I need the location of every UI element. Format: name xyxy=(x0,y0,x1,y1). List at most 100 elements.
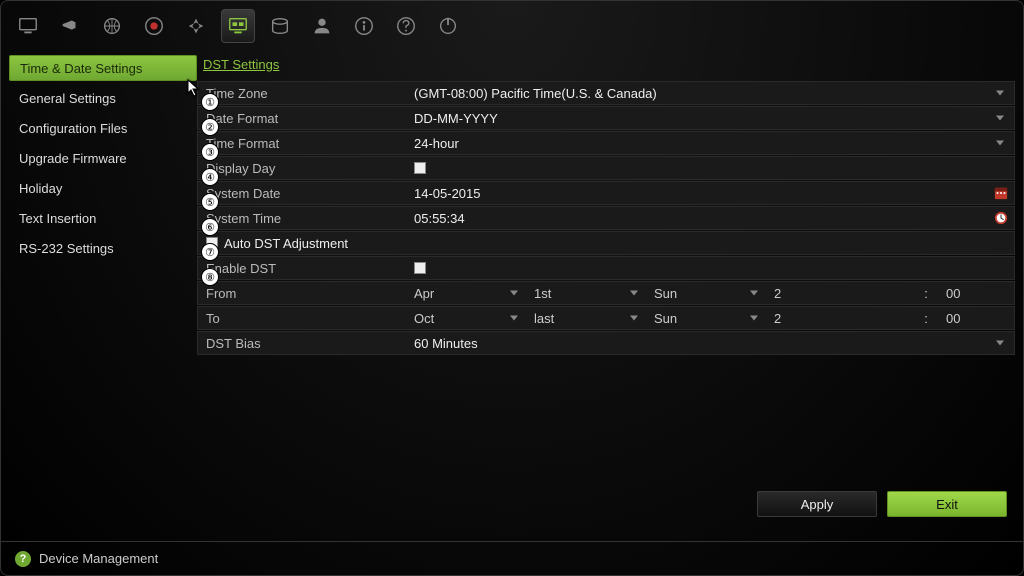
to-hour-select[interactable]: 2 xyxy=(766,307,914,329)
to-week-select[interactable]: last xyxy=(526,307,644,329)
row-time-format[interactable]: Time Format 24-hour xyxy=(197,131,1015,155)
value-system-time[interactable]: 05:55:34 xyxy=(406,211,1014,226)
from-hour-select[interactable]: 2 xyxy=(766,282,914,304)
callout-1: ① xyxy=(201,93,219,111)
row-system-date[interactable]: System Date 14-05-2015 xyxy=(197,181,1015,205)
toolbar-record-icon[interactable] xyxy=(137,9,171,43)
chevron-down-icon xyxy=(996,341,1004,346)
to-min-select[interactable]: 00 xyxy=(938,307,998,329)
label-dst-bias: DST Bias xyxy=(198,336,406,351)
sidebar: Time & Date Settings General Settings Co… xyxy=(9,51,197,523)
label-enable-dst: Enable DST xyxy=(198,261,406,276)
toolbar-power-icon[interactable] xyxy=(431,9,465,43)
label-time-zone: Time Zone xyxy=(198,86,406,101)
label-system-date: System Date xyxy=(198,186,406,201)
row-display-day[interactable]: Display Day xyxy=(197,156,1015,180)
value-time-zone[interactable]: (GMT-08:00) Pacific Time(U.S. & Canada) xyxy=(406,86,1014,101)
exit-button[interactable]: Exit xyxy=(887,491,1007,517)
from-month-select[interactable]: Apr xyxy=(406,282,524,304)
chevron-down-icon xyxy=(510,316,518,321)
settings-form: Time Zone (GMT-08:00) Pacific Time(U.S. … xyxy=(197,81,1015,356)
cursor-icon xyxy=(187,79,201,97)
sidebar-item-text-insertion[interactable]: Text Insertion xyxy=(9,205,197,231)
sidebar-item-label: Upgrade Firmware xyxy=(19,151,127,166)
toolbar-alarm-icon[interactable] xyxy=(179,9,213,43)
from-week-select[interactable]: 1st xyxy=(526,282,644,304)
row-auto-dst[interactable]: Auto DST Adjustment xyxy=(197,231,1015,255)
to-week-text: last xyxy=(534,311,554,326)
calendar-icon[interactable] xyxy=(994,186,1008,200)
sidebar-item-label: RS-232 Settings xyxy=(19,241,114,256)
chevron-down-icon xyxy=(510,291,518,296)
row-enable-dst[interactable]: Enable DST xyxy=(197,256,1015,280)
footer: ? Device Management xyxy=(1,541,1023,575)
colon-sep: : xyxy=(916,307,936,329)
sidebar-item-label: Holiday xyxy=(19,181,62,196)
to-day-select[interactable]: Sun xyxy=(646,307,764,329)
row-dst-bias[interactable]: DST Bias 60 Minutes xyxy=(197,331,1015,355)
apply-button[interactable]: Apply xyxy=(757,491,877,517)
label-display-day: Display Day xyxy=(198,161,406,176)
callout-6: ⑥ xyxy=(201,218,219,236)
chevron-down-icon xyxy=(750,316,758,321)
label-auto-dst: Auto DST Adjustment xyxy=(198,236,348,251)
time-zone-text: (GMT-08:00) Pacific Time(U.S. & Canada) xyxy=(414,86,657,101)
from-month-text: Apr xyxy=(414,286,434,301)
chevron-down-icon xyxy=(630,291,638,296)
toolbar-help-icon[interactable] xyxy=(389,9,423,43)
label-date-format: Date Format xyxy=(198,111,406,126)
value-date-format[interactable]: DD-MM-YYYY xyxy=(406,111,1014,126)
tab-header: DST Settings xyxy=(197,51,1015,77)
time-format-text: 24-hour xyxy=(414,136,459,151)
sidebar-item-rs232[interactable]: RS-232 Settings xyxy=(9,235,197,261)
toolbar-monitor-icon[interactable] xyxy=(11,9,45,43)
colon-sep: : xyxy=(916,282,936,304)
top-toolbar xyxy=(1,1,1023,51)
to-month-select[interactable]: Oct xyxy=(406,307,524,329)
toolbar-hdd-icon[interactable] xyxy=(263,9,297,43)
action-buttons: Apply Exit xyxy=(757,491,1007,517)
from-min-select[interactable]: 00 xyxy=(938,282,998,304)
callout-2: ② xyxy=(201,118,219,136)
toolbar-user-icon[interactable] xyxy=(305,9,339,43)
toolbar-globe-icon[interactable] xyxy=(95,9,129,43)
from-week-text: 1st xyxy=(534,286,551,301)
sidebar-item-upgrade[interactable]: Upgrade Firmware xyxy=(9,145,197,171)
from-day-text: Sun xyxy=(654,286,677,301)
toolbar-info-icon[interactable] xyxy=(347,9,381,43)
to-month-text: Oct xyxy=(414,311,434,326)
system-date-text: 14-05-2015 xyxy=(414,186,481,201)
value-time-format[interactable]: 24-hour xyxy=(406,136,1014,151)
value-system-date[interactable]: 14-05-2015 xyxy=(406,186,1014,201)
sidebar-item-config[interactable]: Configuration Files xyxy=(9,115,197,141)
callout-8: ⑧ xyxy=(201,268,219,286)
label-time-format: Time Format xyxy=(198,136,406,151)
toolbar-settings-icon[interactable] xyxy=(221,9,255,43)
sidebar-item-label: Configuration Files xyxy=(19,121,127,136)
row-date-format[interactable]: Date Format DD-MM-YYYY xyxy=(197,106,1015,130)
from-day-select[interactable]: Sun xyxy=(646,282,764,304)
checkbox-display-day[interactable] xyxy=(414,162,426,174)
tab-dst-settings[interactable]: DST Settings xyxy=(203,57,279,72)
sidebar-item-label: Text Insertion xyxy=(19,211,96,226)
value-dst-bias[interactable]: 60 Minutes xyxy=(406,336,1014,351)
help-icon[interactable]: ? xyxy=(15,551,31,567)
from-hour-text: 2 xyxy=(774,286,781,301)
sidebar-item-holiday[interactable]: Holiday xyxy=(9,175,197,201)
dst-bias-text: 60 Minutes xyxy=(414,336,478,351)
sidebar-item-time-date[interactable]: Time & Date Settings xyxy=(9,55,197,81)
clock-icon[interactable] xyxy=(994,211,1008,225)
chevron-down-icon xyxy=(996,116,1004,121)
to-day-text: Sun xyxy=(654,311,677,326)
sidebar-item-general[interactable]: General Settings xyxy=(9,85,197,111)
checkbox-enable-dst[interactable] xyxy=(414,262,426,274)
to-min-text: 00 xyxy=(946,311,960,326)
row-system-time[interactable]: System Time 05:55:34 xyxy=(197,206,1015,230)
value-enable-dst[interactable] xyxy=(406,262,1014,274)
value-display-day[interactable] xyxy=(406,162,1014,174)
sidebar-item-label: General Settings xyxy=(19,91,116,106)
row-time-zone[interactable]: Time Zone (GMT-08:00) Pacific Time(U.S. … xyxy=(197,81,1015,105)
date-format-text: DD-MM-YYYY xyxy=(414,111,498,126)
callout-5: ⑤ xyxy=(201,193,219,211)
toolbar-camera-icon[interactable] xyxy=(53,9,87,43)
